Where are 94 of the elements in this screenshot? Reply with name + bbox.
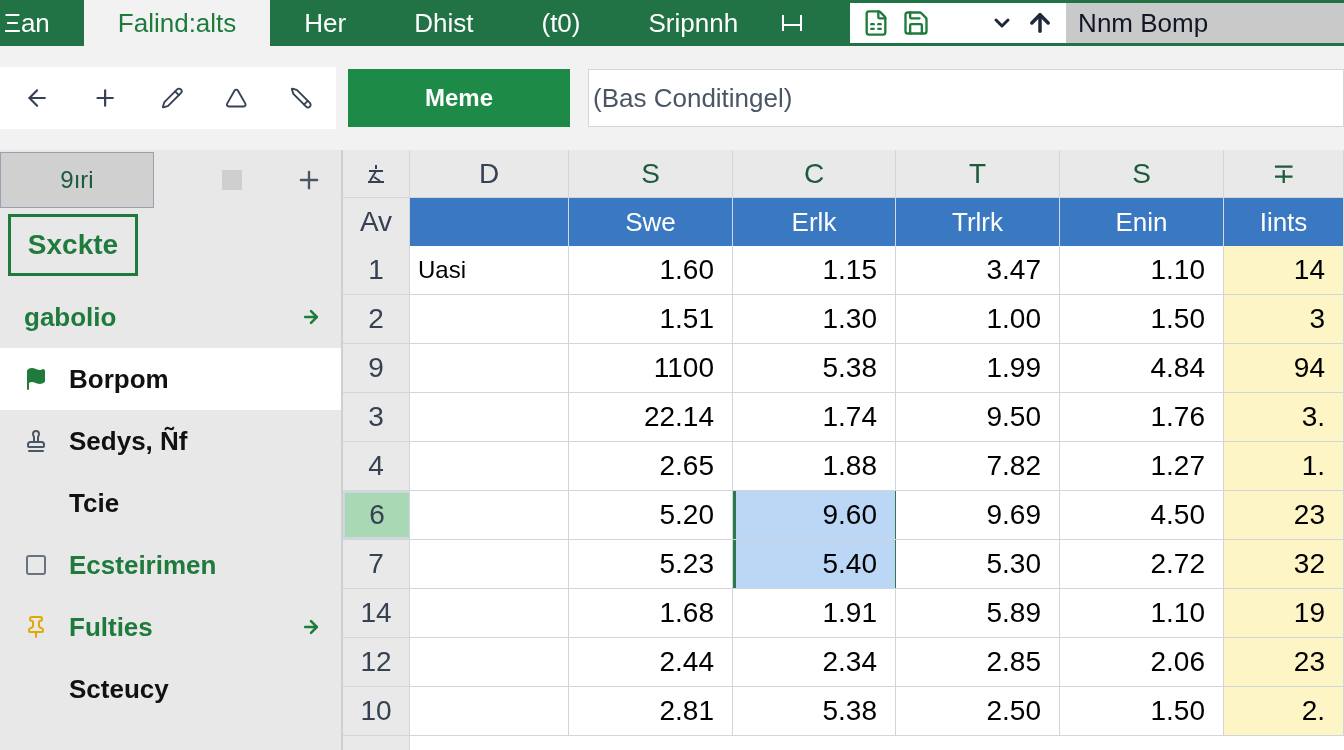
table-cell: 23	[1224, 491, 1344, 539]
heading-cell: Erlk	[733, 198, 896, 246]
table-cell: 2.50	[896, 687, 1060, 735]
meme-button[interactable]: Meme	[348, 69, 570, 127]
row-header[interactable]: 12	[343, 638, 410, 686]
row-header[interactable]: 3	[343, 393, 410, 441]
table-cell: 1.88	[733, 442, 896, 490]
table-cell: 9.50	[896, 393, 1060, 441]
table-cell: 1.	[1224, 442, 1344, 490]
item-label: Fulties	[69, 610, 153, 644]
menu-tab[interactable]: Ξan	[0, 0, 84, 46]
menu-tab[interactable]: (t0)	[507, 0, 615, 46]
table-cell: 1.91	[733, 589, 896, 637]
table-cell: 2.34	[733, 638, 896, 686]
table-cell: 5.30	[896, 540, 1060, 588]
table-cell: 1.60	[569, 246, 733, 294]
flag-icon	[24, 367, 48, 391]
menu-tab[interactable]: Dhist	[380, 0, 508, 46]
sidebar-item[interactable]: Borpom	[0, 348, 341, 410]
table-cell: 7.82	[896, 442, 1060, 490]
table-cell: 2.	[1224, 687, 1344, 735]
account-button[interactable]: Nnm Bomp	[1066, 3, 1344, 43]
table-cell: 5.89	[896, 589, 1060, 637]
row-header[interactable]: 10	[343, 687, 410, 735]
table-cell: 3.	[1224, 393, 1344, 441]
table-cell: 2.44	[569, 638, 733, 686]
item-label: ɡabolio	[24, 300, 117, 334]
section-label: Sxckte	[8, 214, 138, 276]
table-cell: 1.30	[733, 295, 896, 343]
row-header[interactable]: 4	[343, 442, 410, 490]
column-header[interactable]: C	[733, 150, 896, 197]
pencil-icon[interactable]	[160, 86, 183, 110]
sidebar-item[interactable]: Scteucy	[0, 658, 341, 720]
column-header[interactable]: S	[569, 150, 733, 197]
heading-cell: Iints	[1224, 198, 1344, 246]
table-cell: 5.38	[733, 344, 896, 392]
table-cell: 32	[1224, 540, 1344, 588]
table-cell: 94	[1224, 344, 1344, 392]
column-header[interactable]: D	[410, 150, 569, 197]
table-cell: 1100	[569, 344, 733, 392]
menu-tab[interactable]: Sripnnh	[614, 0, 773, 46]
heading-cell: Trlrk	[896, 198, 1060, 246]
save-icon[interactable]	[902, 9, 931, 37]
triangle-icon[interactable]	[225, 86, 248, 110]
item-label: Sedys, Ñf	[69, 424, 188, 458]
table-cell: 1.68	[569, 589, 733, 637]
item-label: Ecsteirimen	[69, 548, 217, 582]
table-cell: 9.69	[896, 491, 1060, 539]
table-cell: 1.51	[569, 295, 733, 343]
table-cell: Uasi	[410, 246, 569, 294]
heading-cell: Enin	[1060, 198, 1224, 246]
table-cell: 1.74	[733, 393, 896, 441]
table-cell: 9.60	[733, 491, 896, 539]
table-cell: 2.81	[569, 687, 733, 735]
heading-cell: Swe	[569, 198, 733, 246]
column-header[interactable]: T	[896, 150, 1060, 197]
table-cell: 2.85	[896, 638, 1060, 686]
table-cell: 19	[1224, 589, 1344, 637]
sidebar-item[interactable]: ɡabolio	[0, 286, 341, 348]
pencil-icon[interactable]	[288, 86, 313, 110]
table-cell: 5.40	[733, 540, 896, 588]
menu-tab[interactable]: Falind:alts	[83, 0, 271, 46]
sidebar-item[interactable]: Ecsteirimen	[0, 534, 341, 596]
row-header[interactable]: 9	[343, 344, 410, 392]
row-header[interactable]: 14	[343, 589, 410, 637]
square-icon	[24, 553, 48, 577]
column-header[interactable]: ∓	[1224, 150, 1344, 197]
sheet-tab[interactable]: 9ıri	[0, 152, 154, 208]
row-header[interactable]: 2	[343, 295, 410, 343]
table-cell: 3	[1224, 295, 1344, 343]
table-cell: 2.65	[569, 442, 733, 490]
formula-field[interactable]: (Bas Conditingel)	[588, 69, 1344, 127]
item-label: Scteucy	[69, 672, 169, 706]
item-label: Borpom	[69, 362, 169, 396]
sidebar-item[interactable]: Sedys, Ñf	[0, 410, 341, 472]
sidebar-item[interactable]: Fulties	[0, 596, 341, 658]
table-cell: 3.47	[896, 246, 1060, 294]
sidebar-item[interactable]: Tcie	[0, 472, 341, 534]
table-cell: 5.38	[733, 687, 896, 735]
column-header[interactable]: S	[1060, 150, 1224, 197]
square-icon	[222, 170, 242, 190]
row-header: Av	[343, 198, 410, 246]
table-cell: 1.99	[896, 344, 1060, 392]
row-header[interactable]: 6	[343, 491, 410, 539]
table-cell: 14	[1224, 246, 1344, 294]
table-cell: 23	[1224, 638, 1344, 686]
row-header[interactable]: 7	[343, 540, 410, 588]
row-header[interactable]: 1	[343, 246, 410, 294]
item-label: Tcie	[69, 486, 120, 520]
table-cell: 1.15	[733, 246, 896, 294]
table-cell: 1.00	[896, 295, 1060, 343]
table-cell: 22.14	[569, 393, 733, 441]
stamp-icon	[24, 429, 48, 453]
menu-tab[interactable]: Her	[270, 0, 381, 46]
